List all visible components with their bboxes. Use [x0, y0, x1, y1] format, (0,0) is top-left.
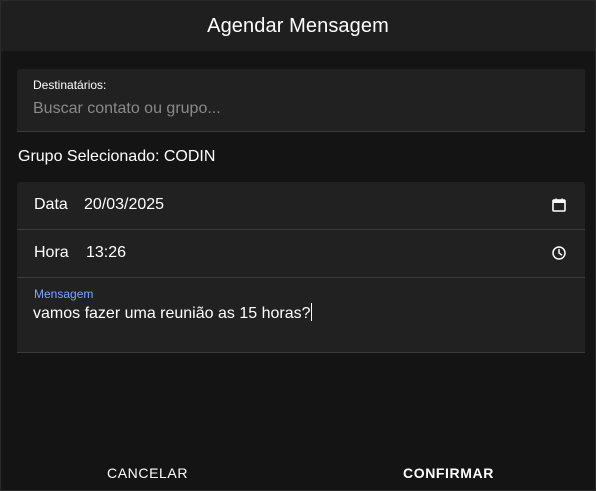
confirm-button[interactable]: CONFIRMAR — [391, 456, 506, 490]
time-field[interactable]: Hora 13:26 — [17, 230, 585, 278]
text-cursor — [311, 303, 313, 321]
date-field[interactable]: Data 20/03/2025 — [17, 182, 585, 230]
time-label: Hora — [34, 244, 69, 261]
message-field[interactable]: Mensagem vamos fazer uma reunião as 15 h… — [17, 278, 585, 353]
dialog-header: Agendar Mensagem — [1, 1, 595, 51]
message-textarea[interactable]: vamos fazer uma reunião as 15 horas? — [33, 303, 313, 323]
recipients-search-input[interactable] — [33, 97, 563, 121]
recipients-field[interactable]: Destinatários: — [17, 69, 585, 132]
calendar-icon[interactable] — [551, 197, 567, 213]
cancel-button[interactable]: CANCELAR — [95, 456, 200, 490]
date-label: Data — [34, 196, 68, 213]
clock-icon[interactable] — [551, 245, 567, 261]
schedule-message-dialog: Agendar Mensagem Destinatários: Grupo Se… — [0, 0, 596, 491]
recipients-label: Destinatários: — [33, 78, 107, 92]
dialog-title: Agendar Mensagem — [207, 14, 389, 37]
message-label: Mensagem — [34, 287, 94, 301]
message-text: vamos fazer uma reunião as 15 horas? — [33, 305, 311, 322]
date-value[interactable]: 20/03/2025 — [84, 196, 164, 214]
time-value[interactable]: 13:26 — [86, 244, 126, 262]
selected-group-text: Grupo Selecionado: CODIN — [18, 148, 216, 165]
